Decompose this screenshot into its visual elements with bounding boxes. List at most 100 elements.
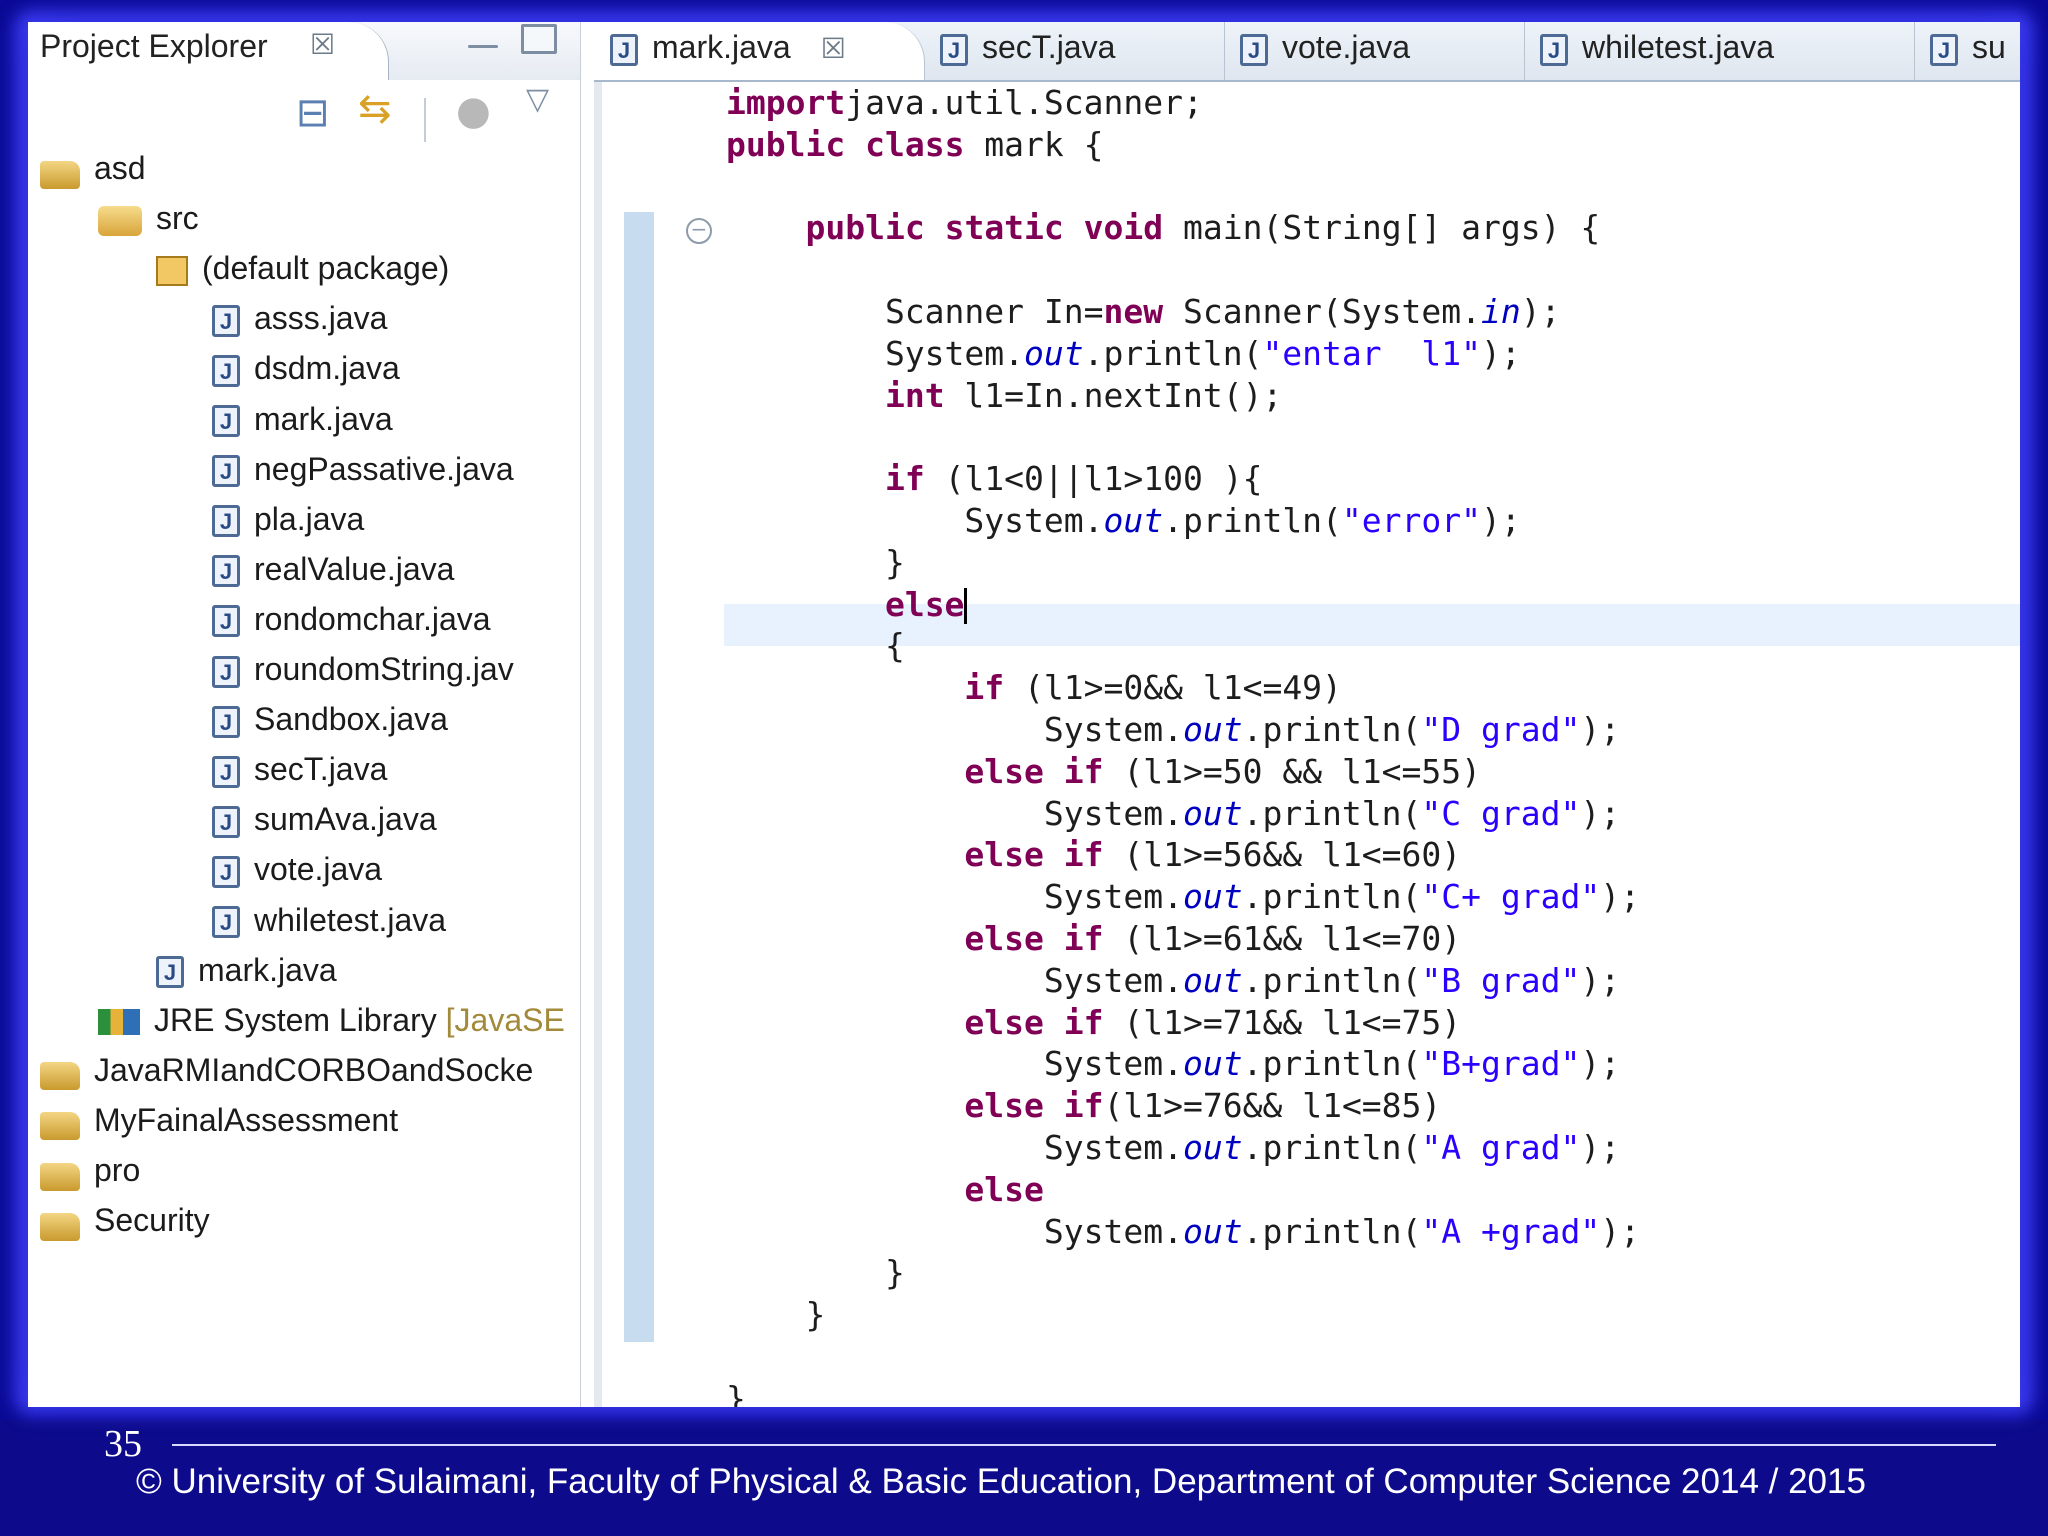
tree-item[interactable]: Jdsdm.java: [212, 350, 400, 396]
fold-collapse-icon[interactable]: −: [686, 218, 712, 244]
minimize-icon[interactable]: [468, 45, 498, 48]
java-file-icon: J: [212, 655, 240, 688]
code-field: out: [1182, 1127, 1243, 1167]
tree-item[interactable]: Jpla.java: [212, 501, 364, 547]
code-string: "D grad": [1421, 709, 1581, 749]
code-string: "error": [1341, 500, 1481, 540]
editor-tab[interactable]: Jsu: [1914, 22, 2020, 80]
code-line: else if (l1>=71&& l1<=75): [726, 1002, 1640, 1044]
code-token: );: [1480, 333, 1521, 373]
code-token: );: [1580, 1044, 1621, 1084]
code-line: Scanner In=new Scanner(System.in);: [726, 291, 1640, 333]
code-line: public class mark {: [726, 124, 1640, 166]
library-icon: [98, 1009, 140, 1036]
tree-item[interactable]: Jwhiletest.java: [212, 902, 446, 948]
java-file-icon: J: [212, 555, 240, 588]
code-string: "C+ grad": [1421, 877, 1601, 917]
tree-item[interactable]: JroundomString.jav: [212, 651, 514, 697]
code-line: else: [726, 584, 1640, 626]
code-line: if (l1>=0&& l1<=49): [726, 667, 1640, 709]
tree-item-label: dsdm.java: [254, 350, 400, 387]
code-token: .println(: [1242, 1127, 1422, 1167]
java-file-icon: J: [212, 755, 240, 788]
code-keyword: void: [1083, 208, 1164, 248]
code-line: System.out.println("D grad");: [726, 709, 1640, 751]
code-line: System.out.println("entar l1");: [726, 333, 1640, 375]
tree-item[interactable]: J Sandbox.java: [212, 701, 448, 747]
tree-item[interactable]: Jmark.java: [212, 401, 393, 447]
code-string: "A +grad": [1421, 1211, 1601, 1251]
tree-item[interactable]: JRE System Library [JavaSE: [98, 1002, 565, 1048]
code-keyword: public: [805, 208, 925, 248]
view-menu-icon[interactable]: ▽: [526, 82, 549, 117]
tree-item[interactable]: pro: [40, 1152, 140, 1198]
editor-tab[interactable]: Jmark.java ☒: [594, 22, 925, 80]
tree-item[interactable]: JnegPassative.java: [212, 451, 514, 497]
tree-item-label: whiletest.java: [254, 901, 447, 938]
code-string: "B+grad": [1421, 1044, 1581, 1084]
code-string: "entar l1": [1262, 333, 1481, 373]
java-file-icon: J: [212, 354, 240, 387]
code-text[interactable]: importjava.util.Scanner; public class mar…: [726, 82, 1640, 1407]
tree-item[interactable]: JsecT.java: [212, 751, 387, 797]
code-token: {: [726, 626, 905, 666]
tree-item-label: sumAva.java: [254, 801, 437, 838]
tree-item-suffix: [JavaSE: [436, 1001, 565, 1038]
editor-tab[interactable]: Jwhiletest.java: [1524, 22, 1915, 80]
java-file-icon: J: [1540, 33, 1568, 66]
code-line: public static void main(String[] args) {: [726, 207, 1640, 249]
link-with-editor-icon[interactable]: ⇆: [358, 86, 392, 132]
tree-item-label: secT.java: [254, 751, 388, 788]
project-icon: [40, 1162, 80, 1191]
code-keyword: else: [964, 1169, 1044, 1209]
tree-item[interactable]: (default package): [156, 250, 449, 296]
tree-item[interactable]: JsumAva.java: [212, 801, 437, 847]
code-line: else if (l1>=61&& l1<=70): [726, 918, 1640, 960]
code-token: );: [1600, 1211, 1640, 1251]
code-string: "C grad": [1421, 793, 1581, 833]
code-token: (l1>=61&& l1<=70): [1103, 918, 1462, 958]
tree-item[interactable]: src: [98, 200, 199, 246]
code-token: );: [1600, 877, 1640, 917]
tree-item-label: (default package): [202, 250, 450, 287]
tree-item[interactable]: asd: [40, 150, 146, 196]
tree-item-label: Sandbox.java: [254, 701, 448, 738]
code-token: mark {: [964, 124, 1104, 164]
code-keyword: if: [1063, 1086, 1104, 1126]
tree-item[interactable]: Jrondomchar.java: [212, 601, 491, 647]
tree-item[interactable]: Security: [40, 1202, 210, 1248]
code-editor: Jmark.java ☒ JsecT.java Jvote.java Jwhiletes…: [594, 22, 2020, 1407]
collapse-all-icon[interactable]: ⊟: [296, 90, 330, 136]
close-icon[interactable]: ☒: [821, 33, 846, 64]
tree-item[interactable]: Jmark.java: [156, 952, 337, 998]
focus-icon[interactable]: ●: [456, 88, 491, 134]
editor-tab[interactable]: Jvote.java: [1224, 22, 1525, 80]
tree-item[interactable]: Jvote.java: [212, 851, 382, 897]
code-line: int l1=In.nextInt();: [726, 375, 1640, 417]
code-token: .println(: [1242, 960, 1422, 1000]
editor-tab-label: su: [1972, 29, 2006, 65]
editor-left-ruler: [594, 82, 602, 1407]
tree-item-label: JRE System Library: [154, 1001, 437, 1038]
editor-tab[interactable]: JsecT.java: [924, 22, 1225, 80]
explorer-tab[interactable]: Project Explorer ☒: [28, 22, 389, 80]
tree-item[interactable]: JrealValue.java: [212, 551, 454, 597]
maximize-icon[interactable]: [521, 24, 558, 54]
range-indicator: [624, 212, 654, 1342]
code-keyword: else: [964, 751, 1044, 791]
code-line: System.out.println("C+ grad");: [726, 876, 1640, 918]
ide-window: Project Explorer ☒ ⊟ ⇆ ● ▽ asd src (defaul…: [28, 22, 2020, 1407]
close-icon[interactable]: ☒: [310, 28, 335, 61]
tree-item[interactable]: JavaRMIandCORBOandSocke: [40, 1052, 533, 1098]
tree-item[interactable]: MyFainalAssessment: [40, 1102, 398, 1148]
code-string: "B grad": [1421, 960, 1581, 1000]
tree-item[interactable]: Jasss.java: [212, 300, 387, 346]
